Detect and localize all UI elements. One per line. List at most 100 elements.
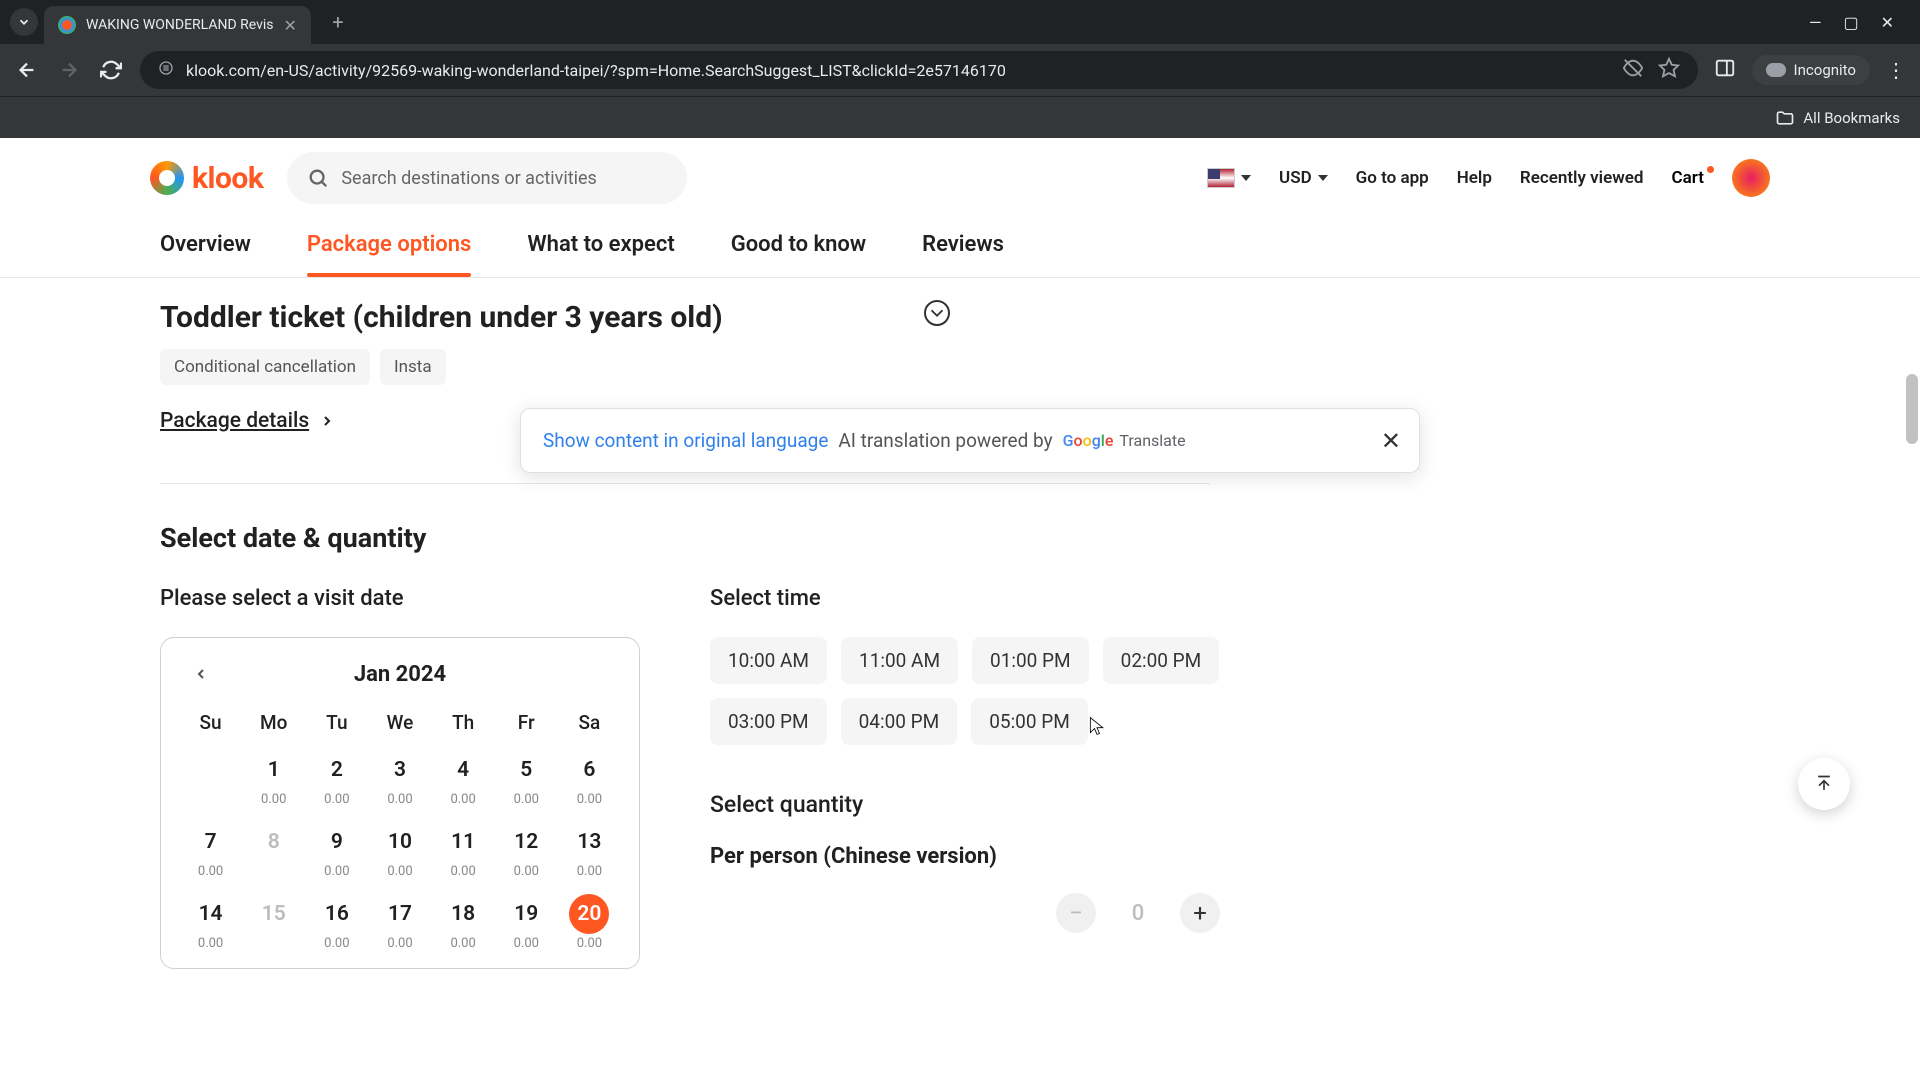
bookmark-star-icon[interactable]	[1658, 57, 1680, 84]
cart-notification-dot	[1707, 166, 1714, 173]
url-bar[interactable]: klook.com/en-US/activity/92569-waking-wo…	[140, 51, 1698, 89]
flag-icon	[1207, 168, 1235, 188]
calendar-day[interactable]: 100.00	[368, 822, 431, 886]
tab-close-button[interactable]: ✕	[283, 16, 296, 35]
calendar-day[interactable]: 90.00	[305, 822, 368, 886]
nav-reload-button[interactable]	[98, 57, 124, 83]
incognito-icon	[1766, 63, 1786, 77]
time-slot[interactable]: 03:00 PM	[710, 698, 827, 745]
new-tab-button[interactable]: +	[323, 7, 353, 37]
browser-menu-button[interactable]: ⋮	[1886, 58, 1906, 82]
calendar-day[interactable]: 30.00	[368, 750, 431, 814]
show-original-language-link[interactable]: Show content in original language	[543, 429, 828, 452]
calendar-day-number: 8	[254, 822, 294, 862]
calendar-dow: Th	[432, 711, 495, 742]
klook-logo[interactable]: klook	[150, 161, 263, 196]
calendar-day[interactable]: 170.00	[368, 894, 431, 958]
help-link[interactable]: Help	[1457, 168, 1492, 188]
calendar-day[interactable]: 160.00	[305, 894, 368, 958]
quantity-increase-button[interactable]: +	[1180, 893, 1220, 933]
calendar-day[interactable]: 140.00	[179, 894, 242, 958]
window-maximize-button[interactable]: ▢	[1843, 13, 1858, 32]
calendar-day-price: 0.00	[577, 936, 602, 951]
calendar-dow: Tu	[305, 711, 368, 742]
tab-what-to-expect[interactable]: What to expect	[527, 222, 674, 277]
page-scrollbar[interactable]	[1902, 138, 1920, 1080]
quantity-label: Select quantity	[710, 791, 1220, 818]
time-slot[interactable]: 10:00 AM	[710, 637, 827, 684]
currency-label: USD	[1279, 168, 1312, 188]
nav-forward-button[interactable]	[56, 57, 82, 83]
quantity-stepper: − 0 +	[710, 893, 1220, 933]
window-close-button[interactable]: ✕	[1881, 13, 1894, 32]
calendar-day[interactable]: 70.00	[179, 822, 242, 886]
language-selector[interactable]	[1207, 168, 1251, 188]
date-label: Please select a visit date	[160, 586, 640, 611]
site-info-icon[interactable]	[158, 60, 174, 80]
scrollbar-thumb[interactable]	[1906, 374, 1918, 444]
calendar-day[interactable]: 20.00	[305, 750, 368, 814]
tracking-protection-icon[interactable]	[1622, 57, 1644, 84]
divider	[160, 483, 1210, 484]
calendar-day-number: 13	[569, 822, 609, 862]
calendar-day-number: 11	[443, 822, 483, 862]
calendar-day[interactable]: 60.00	[558, 750, 621, 814]
calendar-day-price: 0.00	[514, 936, 539, 951]
currency-selector[interactable]: USD	[1279, 168, 1328, 188]
calendar-day-price: 0.00	[387, 792, 412, 807]
package-details-link[interactable]: Package details	[160, 409, 335, 433]
go-to-app-link[interactable]: Go to app	[1356, 168, 1429, 188]
nav-back-button[interactable]	[14, 57, 40, 83]
time-slot[interactable]: 01:00 PM	[972, 637, 1089, 684]
calendar-day[interactable]: 190.00	[495, 894, 558, 958]
calendar-prev-button[interactable]	[193, 663, 209, 687]
tab-title: WAKING WONDERLAND Revis	[86, 17, 273, 33]
browser-tab[interactable]: WAKING WONDERLAND Revis ✕	[44, 6, 311, 44]
tab-overview[interactable]: Overview	[160, 222, 251, 277]
chevron-down-icon	[1318, 175, 1328, 181]
calendar-month-label: Jan 2024	[354, 662, 446, 687]
calendar-day[interactable]: 15	[242, 894, 305, 958]
tab-good-to-know[interactable]: Good to know	[731, 222, 866, 277]
translation-banner-close-button[interactable]: ✕	[1381, 427, 1401, 455]
incognito-badge[interactable]: Incognito	[1752, 55, 1870, 85]
calendar-day-number: 14	[191, 894, 231, 934]
search-input[interactable]: Search destinations or activities	[287, 152, 687, 204]
time-slot[interactable]: 11:00 AM	[841, 637, 958, 684]
time-slot[interactable]: 05:00 PM	[971, 698, 1088, 745]
time-slot[interactable]: 04:00 PM	[841, 698, 958, 745]
time-label: Select time	[710, 586, 1220, 611]
calendar-day[interactable]: 130.00	[558, 822, 621, 886]
calendar-day-number: 9	[317, 822, 357, 862]
calendar-day-number: 17	[380, 894, 420, 934]
calendar-day[interactable]: 110.00	[432, 822, 495, 886]
calendar-day[interactable]: 8	[242, 822, 305, 886]
tab-search-button[interactable]	[10, 8, 38, 36]
calendar-day[interactable]: 40.00	[432, 750, 495, 814]
all-bookmarks-button[interactable]: All Bookmarks	[1775, 108, 1900, 128]
calendar-day[interactable]: 10.00	[242, 750, 305, 814]
side-panel-icon[interactable]	[1714, 57, 1736, 83]
tag-conditional-cancellation: Conditional cancellation	[160, 349, 370, 385]
window-minimize-button[interactable]: —	[1809, 13, 1822, 32]
calendar-day[interactable]: 180.00	[432, 894, 495, 958]
info-icon[interactable]	[924, 300, 950, 326]
calendar-day[interactable]: 50.00	[495, 750, 558, 814]
quantity-decrease-button[interactable]: −	[1056, 893, 1096, 933]
klook-logo-icon	[150, 161, 184, 195]
calendar-dow: Sa	[558, 711, 621, 742]
cart-label: Cart	[1672, 168, 1705, 188]
incognito-label: Incognito	[1794, 61, 1856, 79]
tab-package-options[interactable]: Package options	[307, 222, 472, 277]
calendar-day[interactable]: 120.00	[495, 822, 558, 886]
tab-reviews[interactable]: Reviews	[922, 222, 1004, 277]
user-avatar[interactable]	[1732, 159, 1770, 197]
url-text: klook.com/en-US/activity/92569-waking-wo…	[186, 61, 1006, 80]
time-slot[interactable]: 02:00 PM	[1103, 637, 1220, 684]
calendar-day-price: 0.00	[387, 864, 412, 879]
calendar-day[interactable]: 200.00	[558, 894, 621, 958]
calendar-dow: Su	[179, 711, 242, 742]
scroll-to-top-button[interactable]	[1798, 758, 1850, 810]
recently-viewed-link[interactable]: Recently viewed	[1520, 168, 1644, 188]
cart-link[interactable]: Cart	[1672, 168, 1705, 188]
